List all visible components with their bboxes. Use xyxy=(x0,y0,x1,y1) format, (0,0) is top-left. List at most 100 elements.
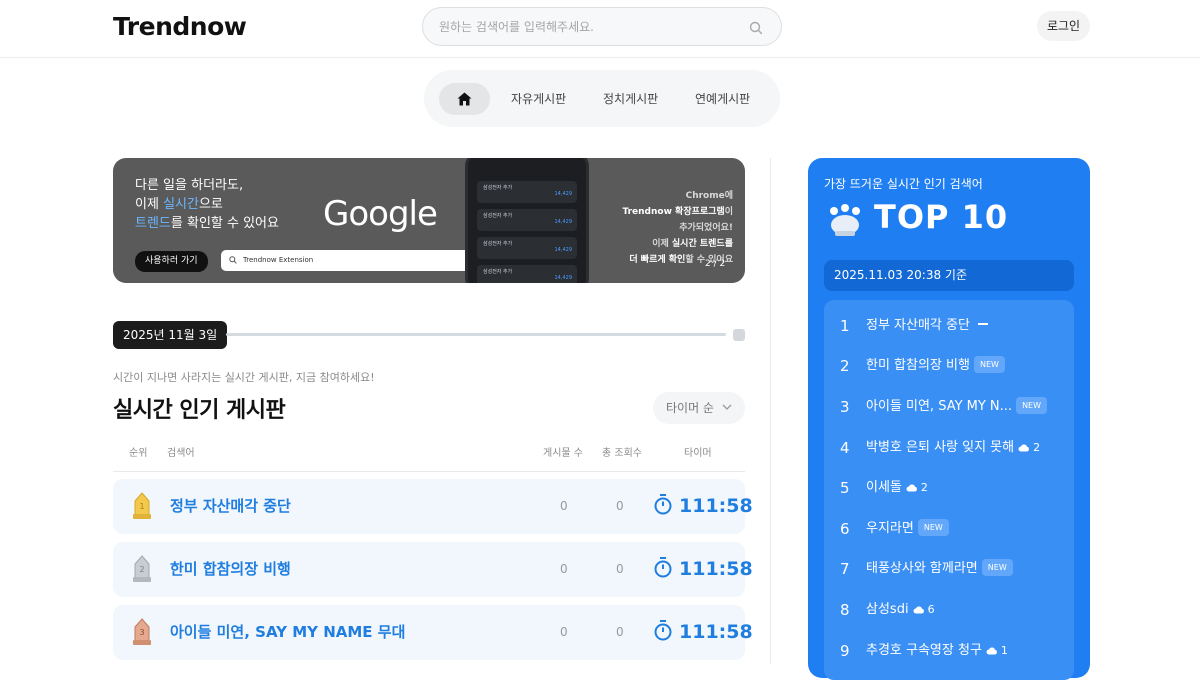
banner-search-text: Trendnow Extension xyxy=(243,256,314,264)
phone-card-value: 14,429 xyxy=(554,275,573,281)
nav-home-button[interactable] xyxy=(439,83,490,115)
silver-medal-icon: 2 xyxy=(133,555,151,582)
table-row[interactable]: 2 한미 합참의장 비행 0 0 111:58 xyxy=(113,542,753,597)
nav-entertainment-board[interactable]: 연예게시판 xyxy=(695,83,750,115)
phone-card-title: 삼성전자 추가 xyxy=(483,269,513,275)
rank-change: 1 xyxy=(1000,644,1008,657)
banner-right-line-3: 추가되었어요! xyxy=(679,223,733,233)
login-button[interactable]: 로그인 xyxy=(1037,11,1090,41)
list-item[interactable]: 4 박병호 은퇴 사랑 잊지 못해 2 xyxy=(824,428,1074,468)
table-header: 순위 검색어 게시물 수 총 조회수 타이머 xyxy=(113,440,745,472)
list-item[interactable]: 7 태풍상사와 함께라면 NEW xyxy=(824,549,1074,589)
timeline-handle[interactable] xyxy=(733,329,745,341)
top10-list: 1 정부 자산매각 중단 2 한미 합참의장 비행 NEW 3 아이들 미연, S… xyxy=(824,300,1074,680)
rank-up-indicator: 2 xyxy=(1018,428,1040,468)
sort-dropdown[interactable]: 타이머 순 xyxy=(653,392,745,424)
phone-card-title: 삼성전자 추가 xyxy=(483,185,513,191)
new-badge: NEW xyxy=(917,519,949,536)
banner-right-2a: Trendnow 확장프로그램 xyxy=(622,207,725,217)
item-rank: 7 xyxy=(840,560,850,578)
row-post-count: 0 xyxy=(560,562,568,576)
search-input[interactable] xyxy=(439,8,739,45)
cloud-up-icon xyxy=(913,606,924,614)
rank-change: 6 xyxy=(927,603,935,616)
banner-line-1: 다른 일을 하더라도, xyxy=(135,178,244,193)
item-keyword-wrap: 태풍상사와 함께라면 NEW xyxy=(866,549,1013,589)
rank-change: 2 xyxy=(920,481,928,494)
svg-text:3: 3 xyxy=(139,628,144,637)
timeline-date: 2025년 11월 3일 xyxy=(113,321,228,349)
item-keyword-wrap: 추경호 구속영장 청구 1 xyxy=(866,631,1008,671)
banner-cta-button[interactable]: 사용하러 가기 xyxy=(135,251,208,272)
banner-right-1a: Chrome xyxy=(685,191,725,201)
col-posts: 게시물 수 xyxy=(543,448,583,459)
banner-right-line-4: 이제 실시간 트렌드를 xyxy=(622,236,733,252)
phone-card-value: 14,429 xyxy=(554,219,573,225)
col-timer: 타이머 xyxy=(684,448,712,459)
search-icon xyxy=(229,256,237,264)
banner-right-2b: 이 xyxy=(724,207,733,217)
item-keyword[interactable]: 태풍상사와 함께라면 xyxy=(866,561,978,576)
item-rank: 4 xyxy=(840,439,850,457)
item-rank: 1 xyxy=(840,317,850,335)
col-views: 총 조회수 xyxy=(602,448,642,459)
item-rank: 6 xyxy=(840,520,850,538)
new-badge: NEW xyxy=(973,356,1005,373)
list-item[interactable]: 5 이세돌 2 xyxy=(824,468,1074,508)
list-item[interactable]: 9 추경호 구속영장 청구 1 xyxy=(824,631,1074,671)
banner-line-3-highlight: 트렌드 xyxy=(135,216,171,231)
search-icon[interactable] xyxy=(749,20,763,39)
bronze-medal-icon: 3 xyxy=(133,618,151,645)
item-keyword[interactable]: 아이들 미연, SAY MY N... xyxy=(866,399,1012,414)
list-item[interactable]: 1 정부 자산매각 중단 xyxy=(824,306,1074,346)
item-keyword[interactable]: 한미 합참의장 비행 xyxy=(866,358,970,373)
item-rank: 8 xyxy=(840,601,850,619)
banner-line-3-b: 를 확인할 수 있어요 xyxy=(170,216,279,231)
item-keyword[interactable]: 박병호 은퇴 사랑 잊지 못해 xyxy=(866,440,1014,455)
table-row[interactable]: 3 아이들 미연, SAY MY NAME 무대 0 0 111:58 xyxy=(113,605,753,660)
logo[interactable]: Trendnow xyxy=(113,12,247,41)
row-timer: 111:58 xyxy=(679,495,753,517)
no-change-indicator xyxy=(977,323,988,325)
row-post-count: 0 xyxy=(560,499,568,513)
list-item[interactable]: 3 아이들 미연, SAY MY N... NEW xyxy=(824,387,1074,427)
banner-right-4a: 이제 xyxy=(652,239,672,249)
cloud-up-icon xyxy=(1018,444,1030,452)
rank-up-indicator: 1 xyxy=(986,631,1008,671)
item-keyword[interactable]: 우지라면 xyxy=(866,521,914,536)
banner-line-2-a: 이제 xyxy=(135,197,164,212)
row-keyword[interactable]: 한미 합참의장 비행 xyxy=(170,542,291,597)
home-icon xyxy=(457,92,472,106)
list-item[interactable]: 8 삼성sdi 6 xyxy=(824,590,1074,630)
top10-timestamp: 2025.11.03 20:38 기준 xyxy=(824,260,1074,291)
banner-line-2: 이제 실시간으로 xyxy=(135,195,279,214)
row-timer: 111:58 xyxy=(679,558,753,580)
board-subtitle: 시간이 지나면 사라지는 실시간 게시판, 지금 참여하세요! xyxy=(113,371,375,384)
item-keyword[interactable]: 정부 자산매각 중단 xyxy=(866,318,970,333)
row-keyword[interactable]: 아이들 미연, SAY MY NAME 무대 xyxy=(170,605,405,660)
banner-line-3: 트렌드를 확인할 수 있어요 xyxy=(135,214,279,233)
search-bar[interactable] xyxy=(422,7,782,46)
row-view-count: 0 xyxy=(616,499,624,513)
list-item[interactable]: 2 한미 합참의장 비행 NEW xyxy=(824,346,1074,386)
table-row[interactable]: 1 정부 자산매각 중단 0 0 111:58 xyxy=(113,479,753,534)
phone-mockup: 삼성전자 추가 14,429 삼성전자 추가 14,429 삼성전자 추가 14,42… xyxy=(465,158,589,283)
banner-line-2-highlight: 실시간 xyxy=(163,197,199,212)
nav-free-board[interactable]: 자유게시판 xyxy=(511,83,566,115)
promo-banner[interactable]: 다른 일을 하더라도, 이제 실시간으로 트렌드를 확인할 수 있어요 사용하러… xyxy=(113,158,745,283)
item-keyword[interactable]: 추경호 구속영장 청구 xyxy=(866,643,982,658)
banner-headline: 다른 일을 하더라도, 이제 실시간으로 트렌드를 확인할 수 있어요 xyxy=(135,176,279,233)
item-keyword-wrap: 아이들 미연, SAY MY N... NEW xyxy=(866,387,1048,427)
item-keyword[interactable]: 삼성sdi xyxy=(866,602,909,617)
timeline-track[interactable] xyxy=(226,333,726,336)
list-item[interactable]: 6 우지라면 NEW xyxy=(824,509,1074,549)
stopwatch-icon xyxy=(654,620,672,641)
nav-politics-board[interactable]: 정치게시판 xyxy=(603,83,658,115)
gold-medal-icon: 1 xyxy=(133,492,151,519)
banner-right-5a: 더 빠르게 확인 xyxy=(629,255,686,265)
row-keyword[interactable]: 정부 자산매각 중단 xyxy=(170,479,291,534)
svg-text:2: 2 xyxy=(139,565,144,574)
phone-card-value: 14,429 xyxy=(554,191,573,197)
phone-card-title: 삼성전자 추가 xyxy=(483,241,513,247)
item-keyword[interactable]: 이세돌 xyxy=(866,480,902,495)
